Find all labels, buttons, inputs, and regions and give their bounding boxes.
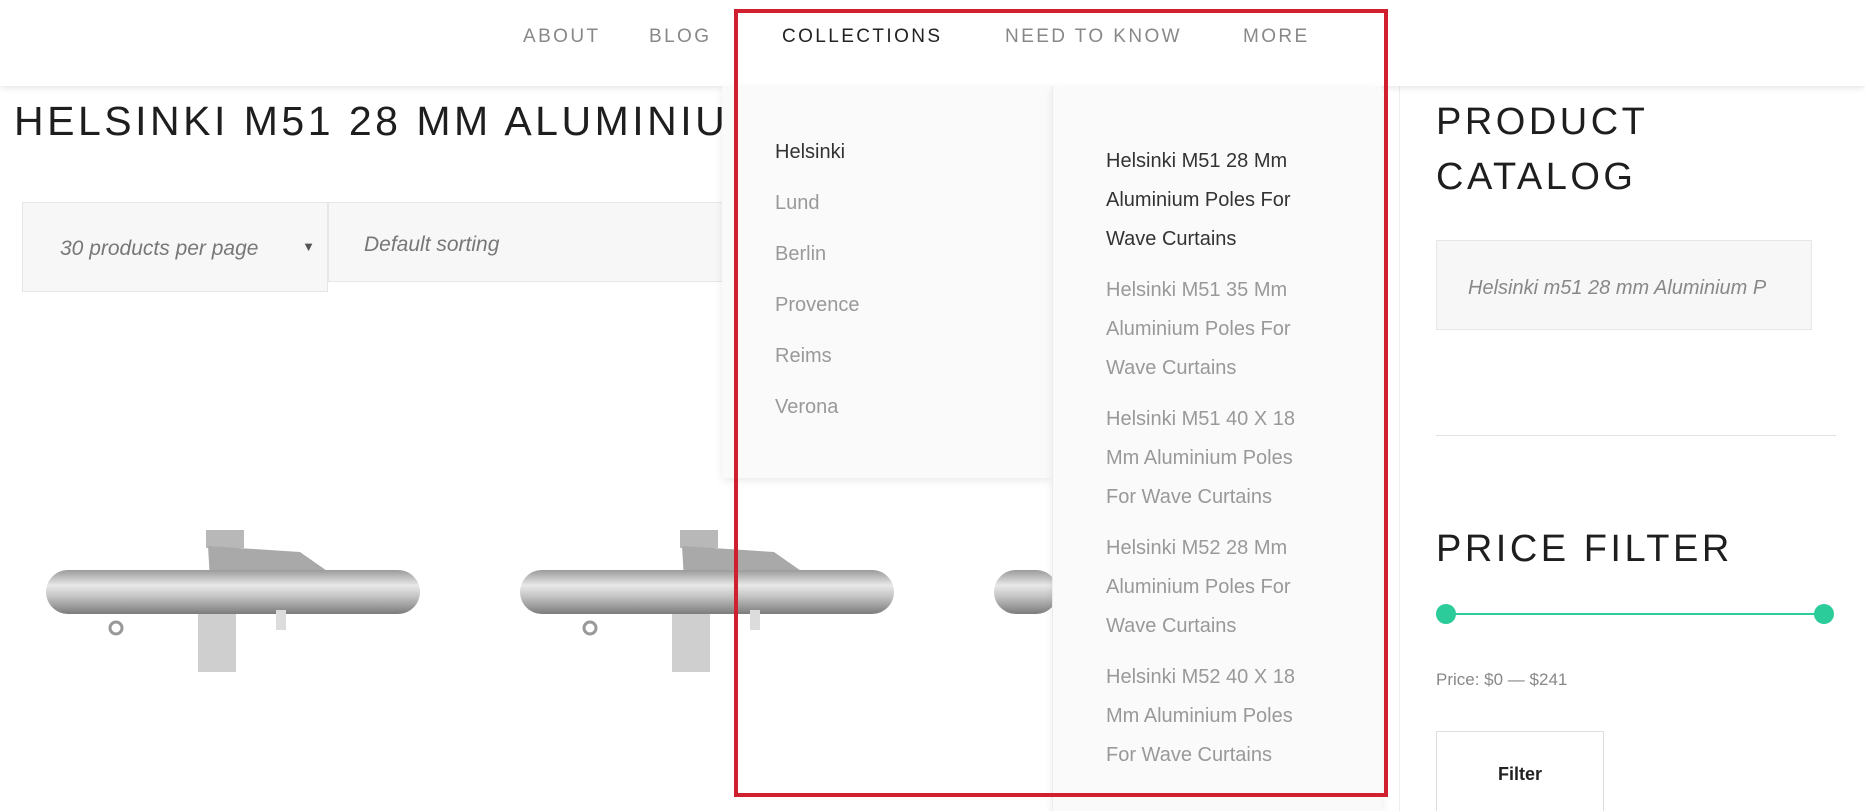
submenu-item-line: Helsinki M51 40 X 18: [1106, 408, 1295, 430]
product-catalog-title-line: PRODUCT: [1436, 101, 1649, 143]
helsinki-submenu: Helsinki M51 28 Mm Aluminium Poles For W…: [1052, 86, 1382, 811]
submenu-item-line: Helsinki M52 28 Mm: [1106, 537, 1288, 559]
filter-button[interactable]: Filter: [1436, 731, 1604, 811]
price-slider-min-handle[interactable]: [1436, 604, 1456, 624]
product-catalog-title-line: CATALOG: [1436, 156, 1637, 198]
menu-item-verona[interactable]: Verona: [722, 397, 1052, 417]
submenu-item-line: Helsinki M51 28 Mm: [1106, 150, 1288, 172]
caret-down-icon: ▼: [302, 239, 315, 254]
curtain-pole-image: [46, 530, 420, 672]
sorting-select[interactable]: Default sorting: [328, 202, 738, 282]
product-catalog-select[interactable]: Helsinki m51 28 mm Aluminium P: [1436, 240, 1812, 330]
page-title: HELSINKI M51 28 MM ALUMINIUM P: [14, 98, 812, 144]
site-header: ABOUT BLOG COLLECTIONS NEED TO KNOW MORE: [0, 0, 1865, 86]
submenu-item-line: Aluminium Poles For: [1106, 189, 1291, 211]
menu-item-provence[interactable]: Provence: [722, 295, 1052, 315]
price-slider-track[interactable]: [1446, 613, 1824, 615]
sorting-value: Default sorting: [364, 233, 500, 256]
submenu-item-line: For Wave Curtains: [1106, 486, 1272, 508]
submenu-item-line: Wave Curtains: [1106, 615, 1237, 637]
nav-about[interactable]: ABOUT: [523, 26, 600, 48]
collections-menu: Helsinki Lund Berlin Provence Reims Vero…: [722, 86, 1052, 478]
menu-item-berlin[interactable]: Berlin: [722, 244, 1052, 264]
product-image[interactable]: [40, 510, 420, 680]
product-catalog-title: PRODUCT CATALOG: [1436, 95, 1766, 205]
nav-collections[interactable]: COLLECTIONS: [782, 26, 943, 48]
submenu-item-line: Aluminium Poles For: [1106, 576, 1291, 598]
products-per-page-value: 30 products per page: [60, 237, 259, 260]
curtain-pole-image: [994, 570, 1058, 614]
sidebar-separator: [1436, 435, 1836, 436]
menu-item-reims[interactable]: Reims: [722, 346, 1052, 366]
curtain-pole-image: [520, 530, 894, 672]
price-range-label: Price: $0 — $241: [1436, 670, 1568, 689]
menu-item-lund[interactable]: Lund: [722, 193, 1052, 213]
submenu-item[interactable]: Helsinki M51 28 Mm Aluminium Poles For W…: [1053, 142, 1382, 259]
submenu-item[interactable]: Helsinki M52 28 Mm Aluminium Poles For W…: [1053, 529, 1382, 646]
nav-need-to-know[interactable]: NEED TO KNOW: [1005, 26, 1182, 48]
submenu-item[interactable]: Helsinki M51 40 X 18 Mm Aluminium Poles …: [1053, 400, 1382, 517]
submenu-item-line: Mm Aluminium Poles: [1106, 447, 1293, 469]
submenu-item-line: Wave Curtains: [1106, 228, 1237, 250]
nav-more[interactable]: MORE: [1243, 26, 1310, 48]
submenu-item-line: Helsinki M52 40 X 18: [1106, 666, 1295, 688]
submenu-item-line: Helsinki M51 35 Mm: [1106, 279, 1288, 301]
submenu-item[interactable]: Helsinki M51 35 Mm Aluminium Poles For W…: [1053, 271, 1382, 388]
price-slider-max-handle[interactable]: [1814, 604, 1834, 624]
products-per-page-select[interactable]: 30 products per page ▼: [22, 202, 328, 292]
submenu-item-line: For Wave Curtains: [1106, 744, 1272, 766]
product-image[interactable]: [988, 510, 1058, 680]
product-image[interactable]: [514, 510, 894, 680]
submenu-item[interactable]: Helsinki M52 40 X 18 Mm Aluminium Poles …: [1053, 658, 1382, 775]
sidebar-divider: [1399, 86, 1400, 811]
price-filter-title: PRICE FILTER: [1436, 528, 1733, 570]
menu-item-helsinki[interactable]: Helsinki: [722, 142, 1052, 162]
nav-blog[interactable]: BLOG: [649, 26, 711, 48]
submenu-item-line: Mm Aluminium Poles: [1106, 705, 1293, 727]
product-catalog-select-value: Helsinki m51 28 mm Aluminium P: [1468, 277, 1767, 299]
submenu-item-line: Aluminium Poles For: [1106, 318, 1291, 340]
submenu-item-line: Wave Curtains: [1106, 357, 1237, 379]
